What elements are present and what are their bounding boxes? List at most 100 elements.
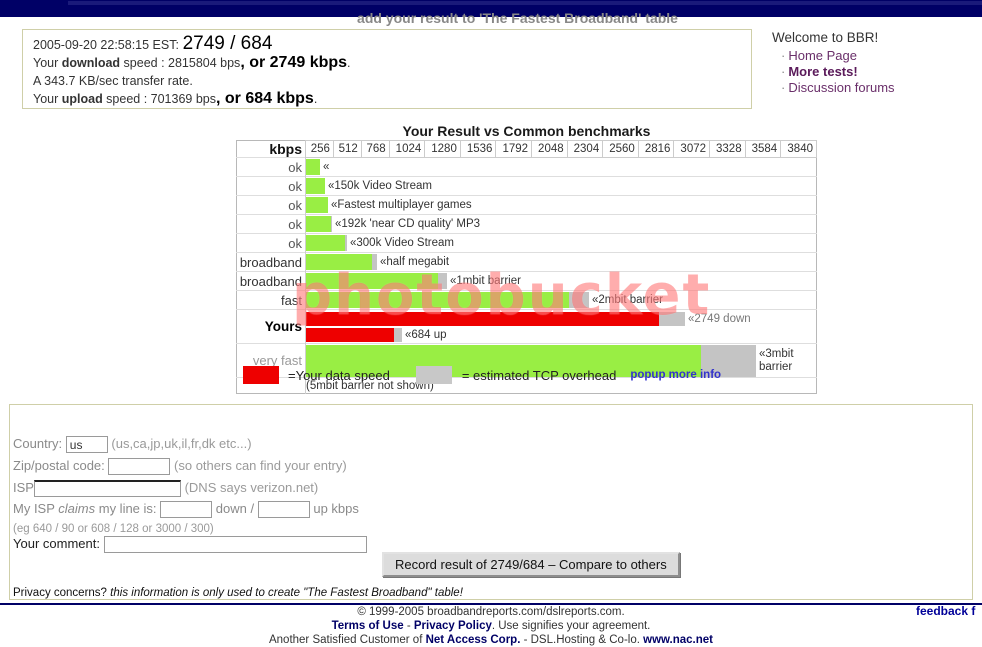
chart-bar-cell: « bbox=[305, 157, 817, 177]
chart-bar-data bbox=[306, 159, 320, 175]
chart-bar-overhead bbox=[394, 328, 402, 342]
chart-tick-label: 512 bbox=[332, 140, 362, 158]
chart-bar-cell: «1mbit barrier bbox=[305, 271, 817, 291]
result-timestamp: 2005-09-20 22:58:15 EST: bbox=[33, 38, 179, 52]
link-nac-net[interactable]: www.nac.net bbox=[643, 634, 713, 646]
chart-bar-overhead bbox=[438, 273, 447, 289]
link-privacy-policy[interactable]: Privacy Policy bbox=[414, 620, 492, 632]
link-home-page[interactable]: Home Page bbox=[788, 48, 857, 63]
zip-hint: (so others can find your entry) bbox=[174, 458, 347, 473]
chart-bar-row: broadband «half megabit bbox=[236, 252, 817, 272]
country-hint: (us,ca,jp,uk,il,fr,dk etc...) bbox=[111, 436, 252, 451]
chart-bar-row: ok «192k 'near CD quality' MP3 bbox=[236, 214, 817, 234]
welcome-link-list: · Home Page · More tests! · Discussion foru… bbox=[772, 48, 972, 96]
footer-separator-dash: - bbox=[403, 620, 414, 632]
chart-bar-row: ok «Fastest multiplayer games bbox=[236, 195, 817, 215]
download-period: . bbox=[347, 56, 351, 70]
chart-tick-label: 768 bbox=[360, 140, 390, 158]
chart-tick-label: 2048 bbox=[531, 140, 568, 158]
claims-label-part1: My ISP bbox=[13, 501, 59, 516]
claimed-download-input[interactable] bbox=[160, 501, 213, 519]
country-label: Country: bbox=[13, 436, 63, 451]
benchmark-chart-table: kbps 256 512 768 1024 1280 1536 1792 2048 2304 256… bbox=[236, 140, 817, 394]
chart-bar-data bbox=[306, 292, 569, 308]
link-terms-of-use[interactable]: Terms of Use bbox=[332, 620, 404, 632]
popup-more-info-link[interactable]: popup more info bbox=[630, 369, 721, 381]
chart-bar-cell: «half megabit bbox=[305, 252, 817, 272]
claims-label-part2: my line is: bbox=[95, 501, 157, 516]
chart-bar-cell: «150k Video Stream bbox=[305, 176, 817, 196]
download-bps: speed : 2815804 bps bbox=[120, 56, 241, 70]
welcome-link-item[interactable]: · More tests! bbox=[781, 64, 972, 80]
result-summary: 2749 / 684 bbox=[182, 33, 273, 54]
chart-bar-annotation: «150k Video Stream bbox=[328, 180, 432, 192]
feedback-link[interactable]: feedback f bbox=[916, 604, 982, 618]
chart-bar-overhead bbox=[569, 292, 589, 308]
claimed-upload-input[interactable] bbox=[257, 501, 310, 519]
zip-field-row: Zip/postal code: (so others can find you… bbox=[13, 458, 347, 476]
zip-input[interactable] bbox=[108, 458, 171, 476]
bullet-dot-icon: · bbox=[781, 80, 786, 95]
chart-bar-annotation: «684 up bbox=[405, 329, 447, 341]
chart-bar-row: ok «300k Video Stream bbox=[236, 233, 817, 253]
privacy-note: Privacy concerns? this information is on… bbox=[13, 587, 463, 599]
chart-bar-data bbox=[306, 197, 328, 213]
chart-bar-cell: «2749 down «684 up bbox=[305, 309, 817, 344]
chart-row-label: broadband bbox=[236, 271, 306, 291]
privacy-lead-text: Privacy concerns? bbox=[13, 587, 107, 599]
upload-bps: speed : 701369 bps bbox=[102, 92, 216, 106]
comment-input[interactable] bbox=[103, 536, 367, 554]
download-kbps: , or 2749 kbps bbox=[240, 54, 348, 71]
chart-bar-annotation: «2mbit barrier bbox=[592, 294, 663, 306]
chart-row-label: broadband bbox=[236, 252, 306, 272]
chart-bar-row: ok «150k Video Stream bbox=[236, 176, 817, 196]
chart-bar-data bbox=[306, 328, 394, 342]
footer-agreement-text: . Use signifies your agreement. bbox=[491, 620, 651, 632]
legend-label-tcp-overhead: = estimated TCP overhead bbox=[461, 367, 617, 383]
chart-bar-data bbox=[306, 178, 325, 194]
chart-bar-cell: «Fastest multiplayer games bbox=[305, 195, 817, 215]
footer-host-mid: - DSL.Hosting & Co-lo. bbox=[520, 634, 644, 646]
claims-example-text: (eg 640 / 90 or 608 / 128 or 3000 / 300) bbox=[13, 523, 214, 535]
isp-label: ISP bbox=[13, 480, 34, 495]
upload-period: . bbox=[313, 92, 318, 106]
claims-down-label: down / bbox=[215, 501, 255, 516]
page-footer: © 1999-2005 broadbandreports.com/dslrepo… bbox=[0, 606, 982, 647]
footer-legal-line: Terms of Use - Privacy Policy. Use signi… bbox=[0, 620, 982, 633]
transfer-rate-text: A 343.7 KB/sec transfer rate. bbox=[33, 74, 193, 88]
chart-legend: =Your data speed = estimated TCP overhea… bbox=[243, 365, 803, 385]
comment-label: Your comment: bbox=[13, 536, 100, 551]
chart-title: Your Result vs Common benchmarks bbox=[402, 123, 651, 139]
upload-kbps: , or 684 kbps bbox=[216, 90, 314, 107]
chart-row-label: ok bbox=[236, 233, 306, 253]
download-word: download bbox=[61, 56, 121, 70]
claims-example-row: (eg 640 / 90 or 608 / 128 or 3000 / 300) bbox=[13, 523, 214, 535]
chart-bar-cell: «300k Video Stream bbox=[305, 233, 817, 253]
form-heading: add your result to 'The Fastest Broadban… bbox=[357, 10, 678, 26]
chart-tick-label: 3072 bbox=[673, 140, 711, 158]
chart-bar-annotation: «2749 down bbox=[688, 313, 751, 325]
welcome-link-item[interactable]: · Discussion forums bbox=[781, 80, 972, 96]
link-discussion-forums[interactable]: Discussion forums bbox=[788, 80, 894, 95]
welcome-link-item[interactable]: · Home Page bbox=[781, 48, 972, 64]
chart-bar-row: broadband «1mbit barrier bbox=[236, 271, 817, 291]
isp-input[interactable] bbox=[33, 480, 181, 498]
link-more-tests[interactable]: More tests! bbox=[788, 64, 857, 79]
chart-row-label: fast bbox=[236, 290, 306, 310]
link-net-access-corp[interactable]: Net Access Corp. bbox=[426, 634, 521, 646]
country-input[interactable] bbox=[65, 436, 108, 454]
record-result-button[interactable]: Record result of 2749/684 – Compare to o… bbox=[382, 552, 680, 577]
chart-tick-label: 2816 bbox=[637, 140, 675, 158]
chart-row-label: Yours bbox=[236, 309, 306, 344]
chart-scale-row: kbps 256 512 768 1024 1280 1536 1792 2048 2304 256… bbox=[237, 140, 817, 158]
chart-row-label: ok bbox=[236, 157, 306, 177]
chart-tick-label: 1024 bbox=[388, 140, 426, 158]
chart-tick-label: 256 bbox=[305, 140, 334, 158]
legend-swatch-data-speed bbox=[243, 366, 279, 384]
footer-host-line: Another Satisfied Customer of Net Access… bbox=[0, 634, 982, 647]
chart-bar-data bbox=[306, 312, 659, 326]
chart-tick-label: 1536 bbox=[459, 140, 497, 158]
chart-bar-cell: «192k 'near CD quality' MP3 bbox=[305, 214, 817, 234]
chart-row-label: ok bbox=[236, 195, 306, 215]
chart-tick-label: 2304 bbox=[566, 140, 604, 158]
